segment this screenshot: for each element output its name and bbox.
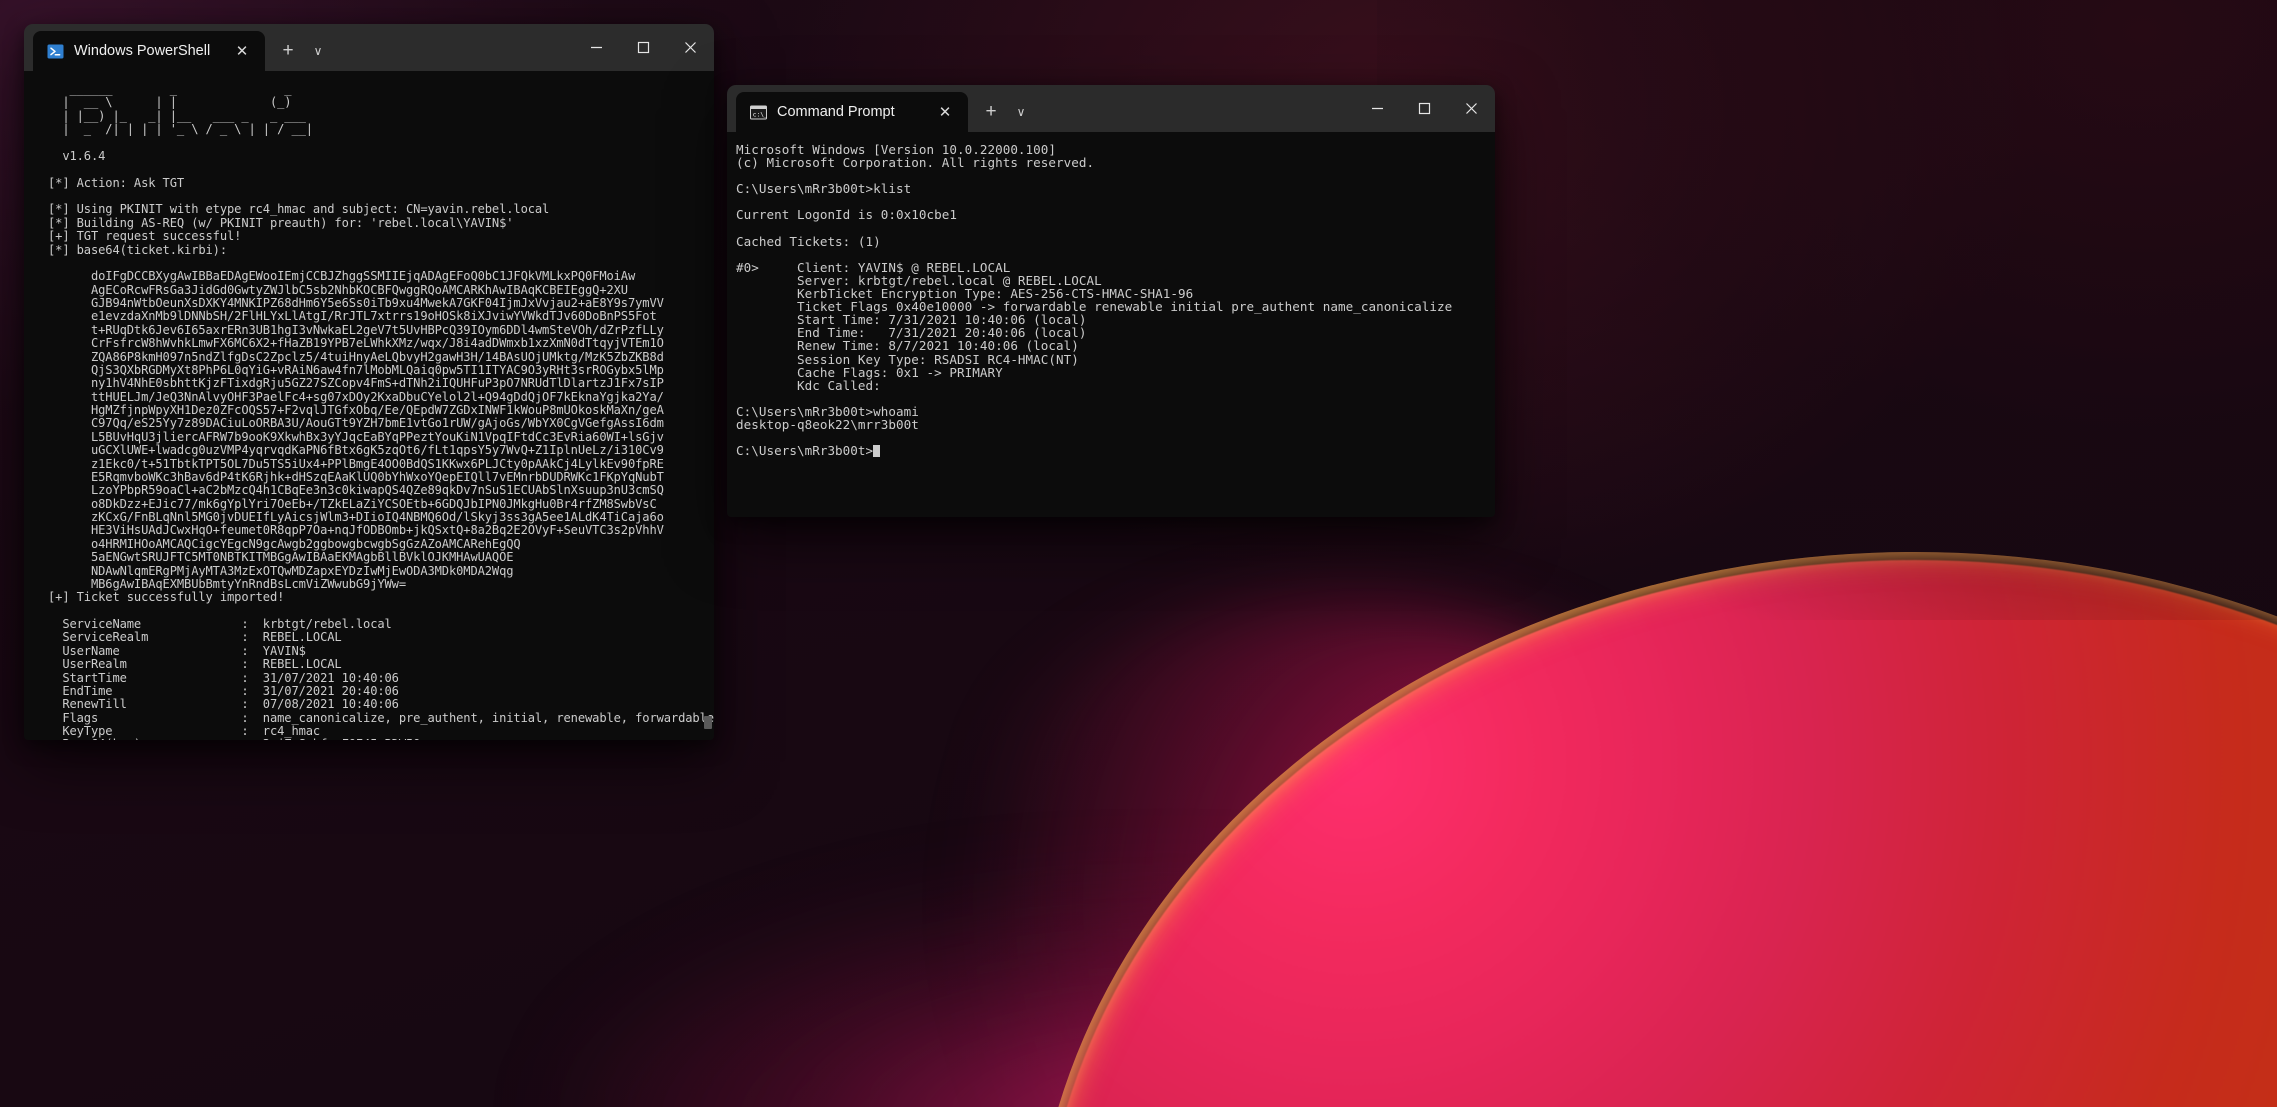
chevron-down-icon[interactable]: ∨ <box>303 36 333 66</box>
powershell-window[interactable]: Windows PowerShell ✕ + ∨ ______ _ _ | __… <box>24 24 714 740</box>
powershell-output-text: ______ _ _ | __ \ | | (_) | |__) |_ _| |… <box>48 83 714 740</box>
terminal-line <box>48 163 714 176</box>
terminal-line: E5RqmvboWKc3hBav6dP4tK6Rjhk+dHSzqEAaKlUQ… <box>48 471 714 484</box>
minimize-button[interactable] <box>1354 85 1401 132</box>
terminal-line: AgECoRcwFRsGa3JidGd0GwtyZWJlbC5sb2NhbKOC… <box>48 284 714 297</box>
terminal-line: desktop-q8eok22\mrr3b00t <box>736 418 1495 431</box>
terminal-line: | _ /| | | | '_ \ / _ \ | | / __| <box>48 123 714 136</box>
terminal-line: LzoYPbpR59oaCl+aC2bMzcQ4h1CBqEe3n3c0kiwa… <box>48 484 714 497</box>
terminal-line: MB6gAwIBAqEXMBUbBmtyYnRndBsLcmViZWwubG9j… <box>48 578 714 591</box>
command-prompt-window-controls[interactable] <box>1354 85 1495 132</box>
terminal-line: CrFsfrcW8hWvhkLmwFX6MC6X2+fHaZB19YPB7eLW… <box>48 337 714 350</box>
powershell-titlebar[interactable]: Windows PowerShell ✕ + ∨ <box>24 24 714 71</box>
minimize-button[interactable] <box>573 24 620 71</box>
terminal-line: EndTime : 31/07/2021 20:40:06 <box>48 685 714 698</box>
terminal-line: KeyType : rc4_hmac <box>48 725 714 738</box>
terminal-line: HgMZfjnpWpyXH1Dez0ZFcOQS57+F2vqlJTGfxObq… <box>48 404 714 417</box>
terminal-line: t+RUqDtk6Jev6I65axrERn3UB1hgI3vNwkaEL2ge… <box>48 324 714 337</box>
tab-close-icon[interactable]: ✕ <box>227 36 257 66</box>
terminal-line: ServiceRealm : REBEL.LOCAL <box>48 631 714 644</box>
terminal-line <box>48 137 714 150</box>
chevron-down-icon[interactable]: ∨ <box>1006 97 1036 127</box>
terminal-line: UserName : YAVIN$ <box>48 645 714 658</box>
powershell-terminal-body[interactable]: ______ _ _ | __ \ | | (_) | |__) |_ _| |… <box>24 71 714 740</box>
terminal-line: QjS3QXbRGDMyXt8PhP6L0qYiG+vRAiN6aw4fn7lM… <box>48 364 714 377</box>
terminal-line: NDAwNlqmERgPMjAyMTA3MzExOTQwMDZapxEYDzIw… <box>48 565 714 578</box>
tab-title-command-prompt: Command Prompt <box>777 104 920 120</box>
terminal-line: ServiceName : krbtgt/rebel.local <box>48 618 714 631</box>
terminal-line <box>48 257 714 270</box>
terminal-line: Cached Tickets: (1) <box>736 235 1495 248</box>
terminal-line: HE3ViHsUAdJCwxHqO+feumet0R8qpP7Oa+nqJfOD… <box>48 524 714 537</box>
new-tab-icon[interactable]: + <box>976 97 1006 127</box>
tab-close-icon[interactable]: ✕ <box>930 97 960 127</box>
terminal-line: [+] TGT request successful! <box>48 230 714 243</box>
terminal-line: Base64(key) : 3xjZzSchfoaFQE45gBDW5Q== <box>48 738 714 740</box>
terminal-line: e1evzdaXnMb9lDNNbSH/2FlHLYxLlAtgI/RrJTL7… <box>48 310 714 323</box>
terminal-line <box>48 605 714 618</box>
terminal-line: C97Qq/eS25Yy7z89DACiuLoORBA3U/AouGTt9YZH… <box>48 417 714 430</box>
terminal-line: (c) Microsoft Corporation. All rights re… <box>736 156 1495 169</box>
powershell-scrollbar-thumb[interactable] <box>704 716 712 729</box>
terminal-line: Renew Time: 8/7/2021 10:40:06 (local) <box>736 339 1495 352</box>
terminal-line: C:\Users\mRr3b00t>whoami <box>736 405 1495 418</box>
terminal-line: ny1hV4NhE0sbhttKjzFTixdgRju5GZ27SZCopv4F… <box>48 377 714 390</box>
terminal-line: ZQA86P8kmH097n5ndZlfgDsC2Zpclz5/4tuiHnyA… <box>48 351 714 364</box>
terminal-line: doIFgDCCBXygAwIBBaEDAgEWooIEmjCCBJZhggSS… <box>48 270 714 283</box>
terminal-line: Cache Flags: 0x1 -> PRIMARY <box>736 366 1495 379</box>
terminal-line: | |__) |_ _| |__ ___ _ _ ___ <box>48 110 714 123</box>
terminal-line: StartTime : 31/07/2021 10:40:06 <box>48 672 714 685</box>
terminal-line: C:\Users\mRr3b00t> <box>736 444 1495 457</box>
terminal-line <box>736 248 1495 261</box>
terminal-line: v1.6.4 <box>48 150 714 163</box>
terminal-line: Session Key Type: RSADSI RC4-HMAC(NT) <box>736 353 1495 366</box>
terminal-line: [*] Building AS-REQ (w/ PKINIT preauth) … <box>48 217 714 230</box>
terminal-line: C:\Users\mRr3b00t>klist <box>736 182 1495 195</box>
command-prompt-titlebar[interactable]: c:\_ Command Prompt ✕ + ∨ <box>727 85 1495 132</box>
powershell-icon <box>47 43 64 60</box>
terminal-line: [*] Action: Ask TGT <box>48 177 714 190</box>
command-prompt-terminal-body[interactable]: Microsoft Windows [Version 10.0.22000.10… <box>727 132 1495 517</box>
terminal-line: UserRealm : REBEL.LOCAL <box>48 658 714 671</box>
tab-title-powershell: Windows PowerShell <box>74 43 217 59</box>
new-tab-icon[interactable]: + <box>273 36 303 66</box>
terminal-line <box>736 392 1495 405</box>
terminal-line <box>48 190 714 203</box>
terminal-line: RenewTill : 07/08/2021 10:40:06 <box>48 698 714 711</box>
powershell-window-controls[interactable] <box>573 24 714 71</box>
terminal-line: | __ \ | | (_) <box>48 96 714 109</box>
maximize-button[interactable] <box>620 24 667 71</box>
terminal-line: zKCxG/FnBLqNnl5MG0jvDUEIfLyAicsjWlm3+DIi… <box>48 511 714 524</box>
terminal-line: Kdc Called: <box>736 379 1495 392</box>
terminal-line: [+] Ticket successfully imported! <box>48 591 714 604</box>
terminal-line: z1Ekc0/t+51TbtkTPT5OL7Du5TS5iUx4+PPlBmgE… <box>48 458 714 471</box>
terminal-line: o8DkDzz+EJic77/mk6gYplYri7OeEb+/TZkELaZi… <box>48 498 714 511</box>
terminal-line: GJB94nWtbOeunXsDXKY4MNKIPZ68dHm6Y5e6Ss0i… <box>48 297 714 310</box>
command-prompt-window[interactable]: c:\_ Command Prompt ✕ + ∨ Microsoft Wind… <box>727 85 1495 517</box>
terminal-line: o4HRMIHOoAMCAQCigcYEgcN9gcAwgb2ggbowgbcw… <box>48 538 714 551</box>
terminal-line: 5aENGwtSRUJFTC5MT0NBTKITMBGgAwIBAaEKMAgb… <box>48 551 714 564</box>
text-cursor <box>873 445 880 457</box>
terminal-line: #0> Client: YAVIN$ @ REBEL.LOCAL <box>736 261 1495 274</box>
terminal-line: Flags : name_canonicalize, pre_authent, … <box>48 712 714 725</box>
close-button[interactable] <box>1448 85 1495 132</box>
terminal-line: [*] base64(ticket.kirbi): <box>48 244 714 257</box>
maximize-button[interactable] <box>1401 85 1448 132</box>
terminal-line: Current LogonId is 0:0x10cbe1 <box>736 208 1495 221</box>
terminal-line: [*] Using PKINIT with etype rc4_hmac and… <box>48 203 714 216</box>
command-prompt-icon: c:\_ <box>750 104 767 121</box>
terminal-line: uGCXlUWE+lwadcg0uzVMP4yqrvqdKaPN6fBtx6gK… <box>48 444 714 457</box>
tab-windows-powershell[interactable]: Windows PowerShell ✕ <box>33 31 265 71</box>
terminal-line: ttHUELJm/JeQ3NnAlvyOHF3PaelFc4+sg07xDOy2… <box>48 391 714 404</box>
svg-text:c:\_: c:\_ <box>753 110 767 118</box>
tab-command-prompt[interactable]: c:\_ Command Prompt ✕ <box>736 92 968 132</box>
close-button[interactable] <box>667 24 714 71</box>
terminal-line: ______ _ _ <box>48 83 714 96</box>
terminal-line <box>736 222 1495 235</box>
wallpaper-dark-corner <box>1377 0 2277 620</box>
command-prompt-output-text: Microsoft Windows [Version 10.0.22000.10… <box>736 143 1495 457</box>
terminal-line: L5BUvHqU3jliercAFRW7b9ooK9XkwhBx3yYJqcEa… <box>48 431 714 444</box>
